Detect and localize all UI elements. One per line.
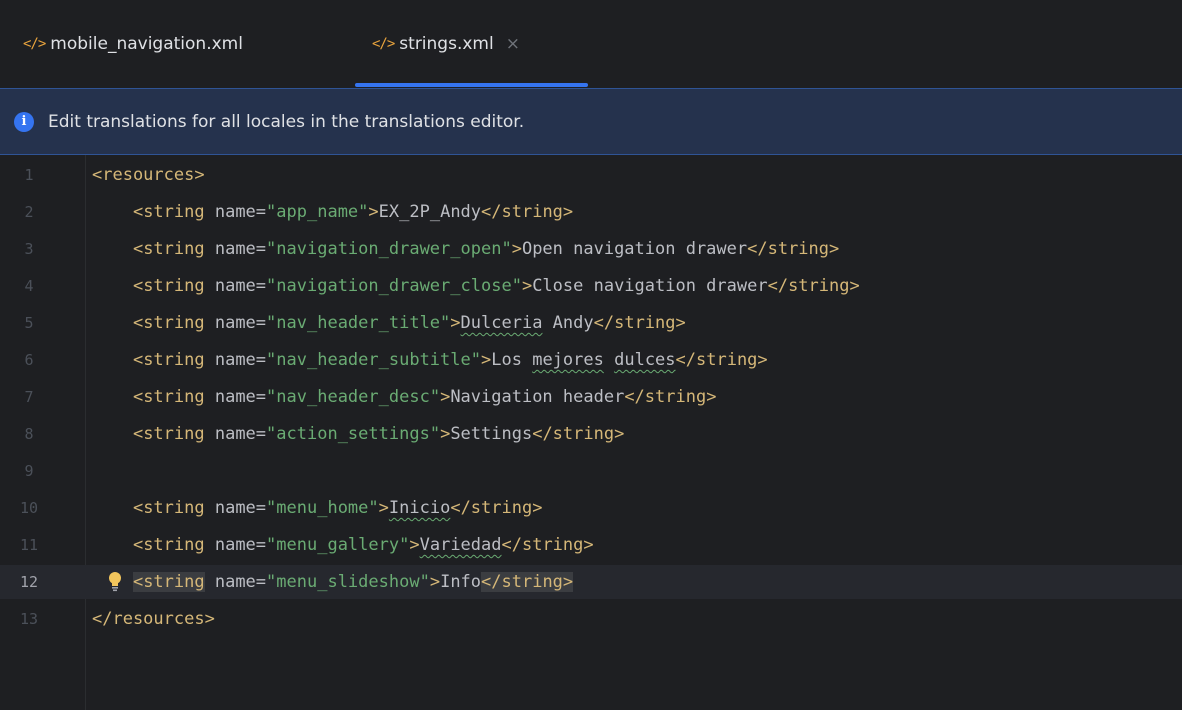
line-number: 6	[24, 351, 34, 369]
info-icon: i	[14, 111, 34, 132]
code-text: <string name="app_name">EX_2P_Andy</stri…	[132, 202, 574, 222]
xml-file-icon: </>	[23, 36, 46, 52]
spelling-typo: Inicio	[388, 498, 451, 518]
code-line[interactable]: 11 <string name="menu_gallery">Variedad<…	[0, 528, 1182, 562]
matching-tag-highlight: <string	[132, 572, 205, 592]
line-number: 4	[24, 277, 34, 295]
line-number: 13	[19, 610, 39, 628]
code-text: <string name="nav_header_desc">Navigatio…	[132, 387, 717, 407]
close-icon[interactable]: ×	[506, 34, 520, 54]
spelling-typo: Variedad	[419, 535, 502, 555]
code-text: <string name="action_settings">Settings<…	[132, 424, 625, 444]
line-number: 8	[24, 425, 34, 443]
tab-label: strings.xml	[399, 34, 494, 54]
translations-banner: i Edit translations for all locales in t…	[0, 88, 1182, 155]
tab-strings-xml[interactable]: </> strings.xml ×	[372, 0, 520, 88]
code-line-current[interactable]: 12 <string name="menu_slideshow">Info</s…	[0, 565, 1182, 599]
code-text: <string name="nav_header_subtitle">Los m…	[132, 350, 768, 370]
code-text: <string name="menu_home">Inicio</string>	[132, 498, 543, 518]
line-number: 12	[19, 573, 39, 591]
code-line[interactable]: 9	[0, 454, 1182, 488]
code-editor[interactable]: 1 <resources> 2 <string name="app_name">…	[0, 155, 1182, 710]
line-number: 7	[24, 388, 34, 406]
code-line[interactable]: 4 <string name="navigation_drawer_close"…	[0, 269, 1182, 303]
line-number: 2	[24, 203, 34, 221]
spelling-typo: dulces	[614, 350, 676, 370]
code-line[interactable]: 5 <string name="nav_header_title">Dulcer…	[0, 306, 1182, 340]
tab-mobile-navigation-xml[interactable]: </> mobile_navigation.xml	[23, 0, 243, 88]
code-line[interactable]: 3 <string name="navigation_drawer_open">…	[0, 232, 1182, 266]
code-text: <string name="menu_slideshow">Info</stri…	[132, 572, 574, 592]
code-text: <resources>	[92, 165, 205, 185]
code-line[interactable]: 13 </resources>	[0, 602, 1182, 636]
code-line[interactable]: 6 <string name="nav_header_subtitle">Los…	[0, 343, 1182, 377]
code-line[interactable]: 2 <string name="app_name">EX_2P_Andy</st…	[0, 195, 1182, 229]
code-line[interactable]: 10 <string name="menu_home">Inicio</stri…	[0, 491, 1182, 525]
code-text: <string name="menu_gallery">Variedad</st…	[132, 535, 594, 555]
line-number: 9	[24, 462, 34, 480]
code-line[interactable]: 8 <string name="action_settings">Setting…	[0, 417, 1182, 451]
line-number: 11	[19, 536, 39, 554]
banner-text: Edit translations for all locales in the…	[48, 111, 525, 132]
line-number: 10	[19, 499, 39, 517]
line-number: 1	[24, 166, 34, 184]
code-text: </resources>	[92, 609, 215, 629]
line-number: 5	[24, 314, 34, 332]
code-line[interactable]: 1 <resources>	[0, 158, 1182, 192]
spelling-typo: Dulceria	[460, 313, 543, 333]
code-text: <string name="nav_header_title">Dulceria…	[132, 313, 686, 333]
matching-tag-highlight: </string>	[481, 572, 574, 592]
code-line[interactable]: 7 <string name="nav_header_desc">Navigat…	[0, 380, 1182, 414]
code-text: <string name="navigation_drawer_open">Op…	[132, 239, 840, 259]
xml-file-icon: </>	[372, 36, 395, 52]
tab-label: mobile_navigation.xml	[50, 34, 243, 54]
active-tab-indicator	[355, 83, 588, 87]
editor-tab-bar: </> mobile_navigation.xml </> strings.xm…	[0, 0, 1182, 88]
spelling-typo: mejores	[532, 350, 604, 370]
line-number: 3	[24, 240, 34, 258]
code-text: <string name="navigation_drawer_close">C…	[132, 276, 860, 296]
